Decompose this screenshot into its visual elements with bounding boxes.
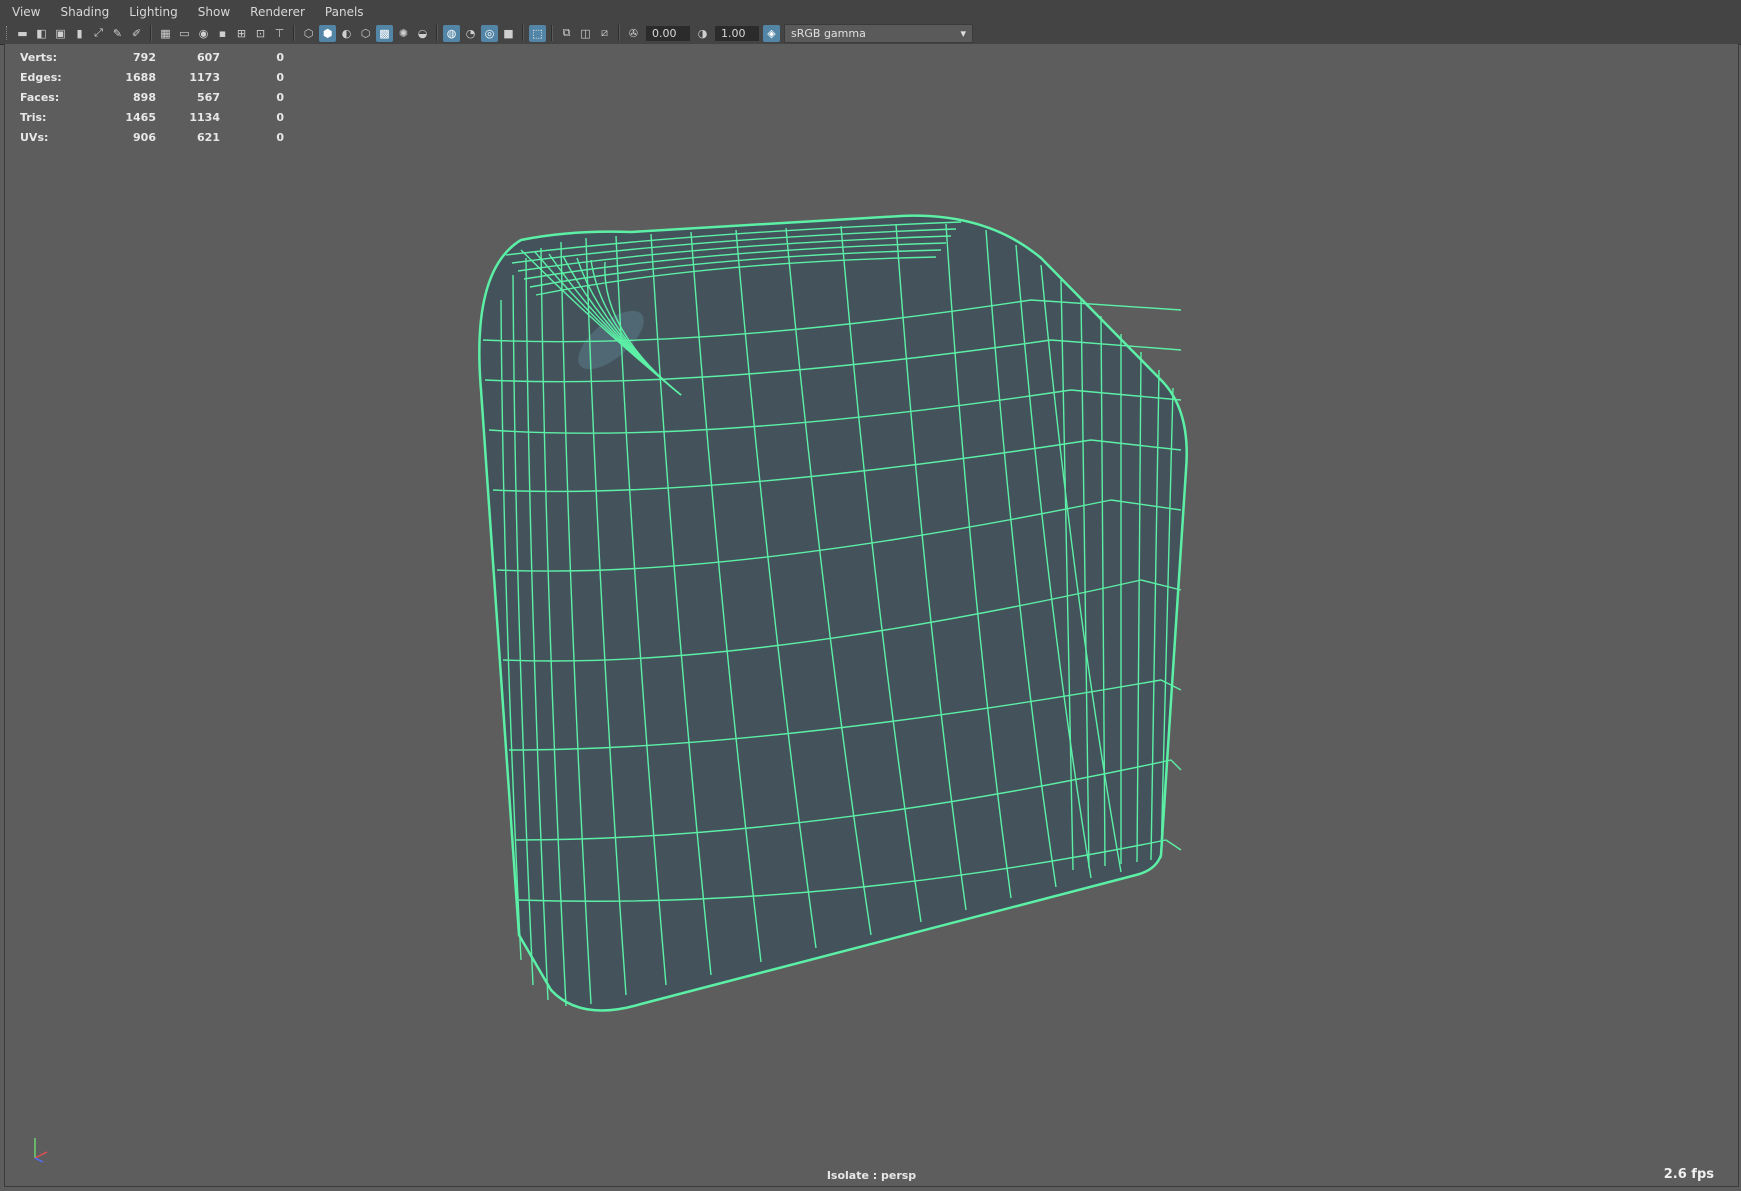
exposure-field[interactable]: 0.00	[646, 25, 690, 41]
color-space-dropdown[interactable]: sRGB gamma ▾	[784, 23, 973, 43]
motion-blur-icon[interactable]: ⧄	[596, 25, 613, 42]
menu-renderer[interactable]: Renderer	[238, 5, 313, 19]
pencil-icon[interactable]: ✐	[128, 25, 145, 42]
toolbar-separator	[551, 25, 553, 41]
toolbar-separator	[436, 25, 438, 41]
toolbar-separator	[293, 25, 295, 41]
axis-gizmo-icon	[34, 1138, 48, 1163]
fps-counter: 2.6 fps	[1663, 1167, 1714, 1182]
color-management-icon[interactable]: ◈	[763, 24, 780, 42]
2d-pan-zoom-icon[interactable]: ⤢	[90, 25, 107, 42]
image-plane-icon[interactable]: ▣	[52, 25, 69, 42]
xray-joints-icon[interactable]: ◔	[462, 25, 479, 42]
isolate-camera-label: Isolate : persp	[826, 1169, 917, 1182]
wireframe-on-shaded-icon[interactable]: ⬡	[357, 25, 374, 42]
use-all-lights-icon[interactable]: ✺	[395, 25, 412, 42]
xray-components-icon[interactable]: ◎	[481, 24, 498, 42]
grease-pencil-icon[interactable]: ✎	[109, 25, 126, 42]
menu-shading[interactable]: Shading	[48, 5, 117, 19]
toolbar-separator	[522, 25, 524, 41]
safe-action-icon[interactable]: ⊡	[252, 25, 269, 42]
toolbar-grip[interactable]	[6, 26, 10, 40]
camera-attributes-icon[interactable]: ◧	[33, 25, 50, 42]
3d-viewport[interactable]: Verts: 792 607 0 Edges: 1688 1173 0 Face…	[4, 44, 1739, 1187]
smooth-shade-icon[interactable]: ⬢	[319, 24, 336, 42]
gamma-field[interactable]: 1.00	[715, 25, 759, 41]
exposure-icon[interactable]: ✇	[625, 25, 642, 42]
toolbar-separator	[618, 25, 620, 41]
xray-icon[interactable]: ◍	[443, 24, 460, 42]
textured-icon[interactable]: ▩	[376, 24, 393, 42]
anti-aliasing-icon[interactable]: ⧉	[558, 25, 575, 42]
menu-panels[interactable]: Panels	[313, 5, 372, 19]
ambient-occlusion-icon[interactable]: ■	[500, 25, 517, 42]
chevron-down-icon: ▾	[960, 26, 966, 40]
color-space-value: sRGB gamma	[791, 26, 866, 40]
resolution-gate-icon[interactable]: ◉	[195, 25, 212, 42]
grid-icon[interactable]: ▦	[157, 25, 174, 42]
gate-mask-icon[interactable]: ▪	[214, 25, 231, 42]
shadows-icon[interactable]: ◒	[414, 25, 431, 42]
panel-menubar: View Shading Lighting Show Renderer Pane…	[0, 0, 1741, 24]
panel-toolbar: ▬ ◧ ▣ ▮ ⤢ ✎ ✐ ▦ ▭ ◉ ▪ ⊞ ⊡ ⊤ ⬡ ⬢ ◐ ⬡ ▩ ✺ …	[0, 22, 1741, 45]
depth-of-field-icon[interactable]: ◫	[577, 25, 594, 42]
film-gate-icon[interactable]: ▭	[176, 25, 193, 42]
menu-view[interactable]: View	[0, 5, 48, 19]
gamma-icon[interactable]: ◑	[694, 25, 711, 42]
field-chart-icon[interactable]: ⊞	[233, 25, 250, 42]
safe-title-icon[interactable]: ⊤	[271, 25, 288, 42]
wireframe-icon[interactable]: ⬡	[300, 25, 317, 42]
wireframe-mesh[interactable]	[5, 44, 1738, 1186]
default-material-icon[interactable]: ◐	[338, 25, 355, 42]
toolbar-separator	[150, 25, 152, 41]
bookmark-icon[interactable]: ▮	[71, 25, 88, 42]
menu-show[interactable]: Show	[186, 5, 238, 19]
isolate-select-icon[interactable]: ⬚	[529, 24, 546, 42]
menu-lighting[interactable]: Lighting	[117, 5, 186, 19]
select-camera-icon[interactable]: ▬	[14, 25, 31, 42]
